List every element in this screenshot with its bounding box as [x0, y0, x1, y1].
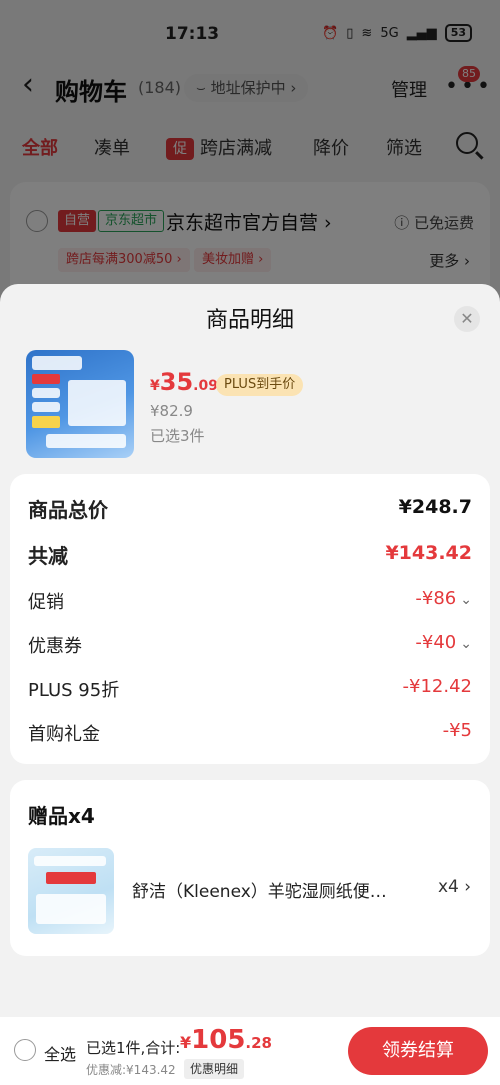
product-image-label — [32, 374, 60, 384]
gift-image-banner — [34, 856, 106, 866]
reduce-label: 共减 — [28, 544, 68, 568]
product-image-banner — [32, 356, 82, 370]
product-price: ¥35.09 — [150, 368, 218, 396]
price-breakdown-card: 商品总价 ¥248.7 共减 ¥143.42 促销 -¥86 ⌄ 优惠券 -¥40… — [10, 474, 490, 764]
gift-name[interactable]: 舒洁（Kleenex）羊驼湿厕纸便携装 — [132, 877, 402, 902]
gift-image-label — [46, 872, 96, 884]
promotion-label: 促销 — [28, 592, 64, 613]
first-purchase-value: -¥5 — [442, 720, 472, 741]
first-purchase-label: 首购礼金 — [28, 724, 100, 745]
selected-quantity: 已选3件 — [150, 427, 205, 445]
reduce-value: ¥143.42 — [385, 542, 472, 564]
plus-discount-label: PLUS 95折 — [28, 680, 120, 701]
selected-total-label: 已选1件,合计: — [86, 1039, 181, 1057]
checkout-button[interactable]: 领券结算 — [348, 1027, 488, 1075]
gift-image[interactable] — [28, 848, 114, 934]
gift-title: 赠品x4 — [28, 804, 95, 828]
product-image-pack — [46, 434, 126, 448]
price-currency: ¥ — [150, 378, 160, 394]
coupon-label: 优惠券 — [28, 636, 82, 657]
checkout-bar: 全选 已选1件,合计: ¥105.28 优惠减:¥143.42 优惠明细 领券结… — [0, 1017, 500, 1085]
total-label: 商品总价 — [28, 498, 108, 522]
price-detail-sheet: 商品明细 ✕ ¥35.09 PLUS到手价 ¥82.9 已选3件 商品总价 ¥2… — [0, 284, 500, 1085]
gift-card: 赠品x4 舒洁（Kleenex）羊驼湿厕纸便携装 x4 › — [10, 780, 490, 956]
plus-price-tag: PLUS到手价 — [216, 374, 304, 396]
coupon-value: -¥40 — [415, 632, 457, 653]
original-price: ¥82.9 — [150, 402, 193, 420]
gift-image-pack — [36, 894, 106, 924]
promotion-value: -¥86 — [415, 588, 457, 609]
promotion-row[interactable]: -¥86 ⌄ — [415, 588, 472, 609]
product-image-label — [32, 416, 60, 428]
product-image-label — [32, 388, 60, 398]
chevron-right-icon: › — [458, 877, 472, 897]
total-currency: ¥ — [180, 1033, 192, 1052]
discount-summary: 优惠减:¥143.42 — [86, 1063, 176, 1077]
total-integer: 105 — [191, 1025, 246, 1055]
product-image[interactable] — [26, 350, 134, 458]
gift-quantity[interactable]: x4 › — [438, 877, 471, 897]
select-all-checkbox[interactable] — [14, 1039, 36, 1061]
chevron-down-icon: ⌄ — [460, 636, 472, 652]
plus-discount-value: -¥12.42 — [402, 676, 472, 697]
coupon-row[interactable]: -¥40 ⌄ — [415, 632, 472, 653]
price-decimal: .09 — [193, 378, 218, 394]
product-image-pack — [68, 380, 126, 426]
total-value: ¥248.7 — [398, 496, 472, 518]
price-integer: 35 — [159, 368, 194, 396]
chevron-down-icon: ⌄ — [460, 592, 472, 608]
total-decimal: .28 — [245, 1034, 272, 1052]
gift-quantity-label: x4 — [438, 877, 459, 897]
close-button[interactable]: ✕ — [454, 306, 480, 332]
close-icon: ✕ — [460, 309, 474, 328]
product-image-label — [32, 402, 60, 412]
sheet-title: 商品明细 — [205, 308, 294, 333]
total-price: ¥105.28 — [180, 1025, 272, 1055]
discount-detail-button[interactable]: 优惠明细 — [184, 1059, 245, 1079]
select-all-label[interactable]: 全选 — [44, 1041, 76, 1065]
